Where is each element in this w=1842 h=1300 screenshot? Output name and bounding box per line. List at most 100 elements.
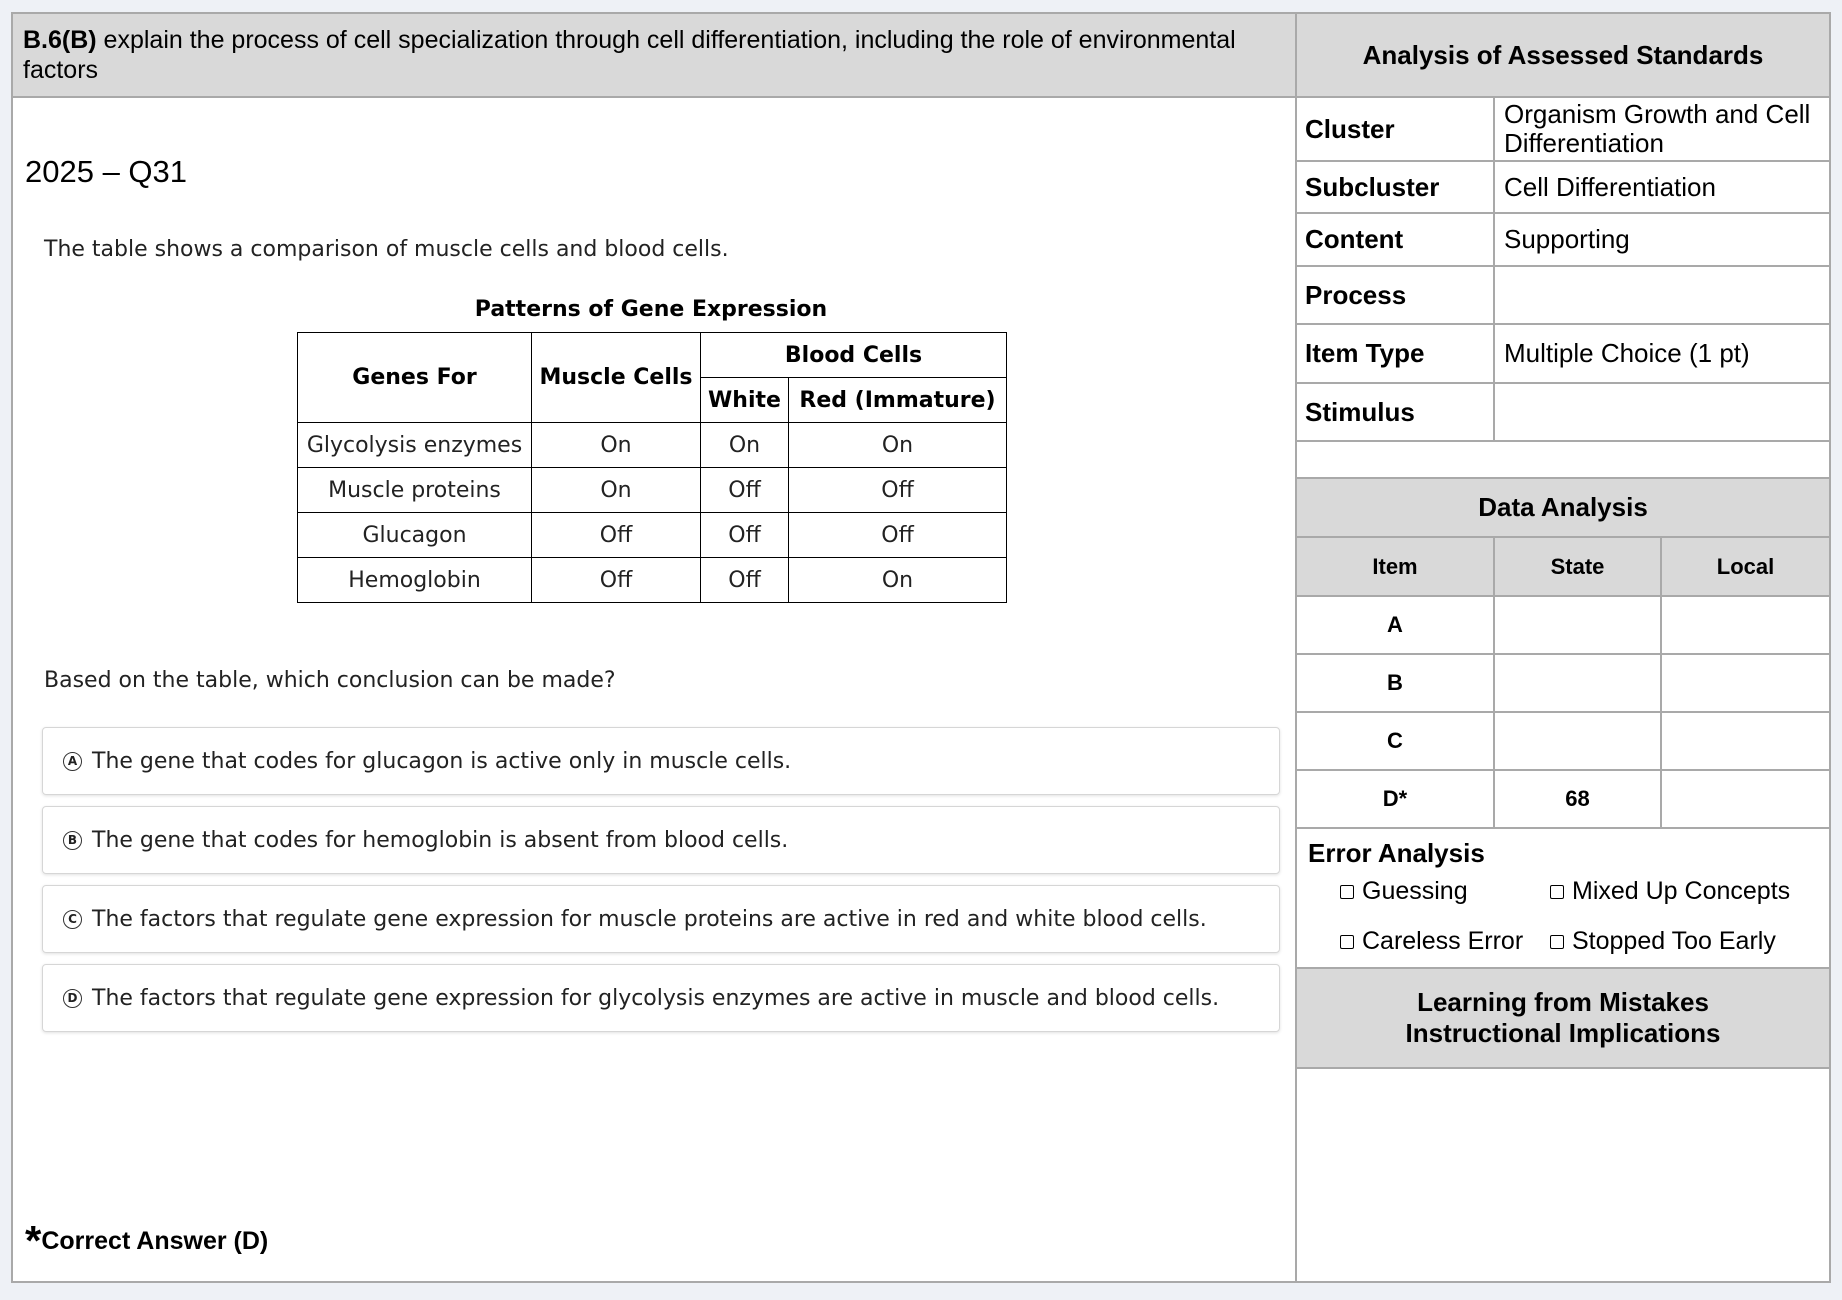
analysis-title: Analysis of Assessed Standards: [1297, 14, 1829, 98]
col-header-genes-for: Genes For: [297, 332, 532, 423]
white-cell: Off: [700, 467, 789, 513]
col-header-local: Local: [1716, 553, 1775, 579]
checkbox-careless-error[interactable]: Careless Error: [1340, 927, 1523, 956]
checkbox-icon: [1550, 934, 1564, 949]
checkbox-icon: [1340, 934, 1354, 949]
attr-value: Multiple Choice (1 pt): [1504, 338, 1750, 368]
error-analysis-title: Error Analysis: [1308, 838, 1485, 868]
checkbox-guessing[interactable]: Guessing: [1340, 877, 1468, 906]
choice-letter-b-icon: B: [63, 830, 82, 850]
gene-cell: Muscle proteins: [297, 467, 532, 513]
item-cell: A: [1297, 597, 1495, 653]
state-cell: [1495, 713, 1662, 769]
choice-b[interactable]: B The gene that codes for hemoglobin is …: [42, 806, 1280, 874]
checkbox-stopped-too-early[interactable]: Stopped Too Early: [1550, 927, 1776, 956]
red-cell: Off: [788, 512, 1007, 558]
col-header-state: State: [1495, 538, 1662, 595]
gene-expression-table: Genes For Muscle Cells Blood Cells White…: [297, 332, 1007, 603]
muscle-cell: Off: [531, 512, 701, 558]
learning-line-2: Instructional Implications: [1405, 1018, 1721, 1048]
learning-line-1: Learning from Mistakes: [1417, 987, 1709, 1017]
gene-cell: Hemoglobin: [297, 557, 532, 603]
attr-value: Organism Growth and Cell Differentiation: [1504, 99, 1811, 158]
attr-row-subcluster: Subcluster Cell Differentiation: [1297, 162, 1829, 214]
table-row: Hemoglobin Off Off On: [297, 557, 1007, 603]
item-cell: D*: [1297, 771, 1495, 827]
state-cell: [1495, 597, 1662, 653]
choice-letter-a-icon: A: [63, 751, 82, 771]
choice-text: The factors that regulate gene expressio…: [92, 985, 1220, 1011]
col-header-red: Red (Immature): [788, 377, 1007, 423]
checkbox-label: Careless Error: [1362, 927, 1524, 955]
checkbox-label: Guessing: [1362, 877, 1468, 905]
attr-key: Item Type: [1297, 325, 1495, 382]
white-cell: Off: [700, 557, 789, 603]
attr-row-process: Process: [1297, 267, 1829, 325]
gene-cell: Glycolysis enzymes: [297, 422, 532, 468]
section-spacer: [1297, 442, 1829, 479]
table-row: C: [1297, 713, 1829, 771]
col-header-muscle-cells: Muscle Cells: [531, 332, 701, 423]
checkbox-icon: [1340, 884, 1354, 899]
attr-value: Supporting: [1504, 224, 1630, 254]
muscle-cell: On: [531, 422, 701, 468]
item-cell: C: [1297, 713, 1495, 769]
gene-cell: Glucagon: [297, 512, 532, 558]
col-header-blood-cells: Blood Cells: [700, 332, 1007, 378]
data-analysis-header-row: Item State Local: [1297, 538, 1829, 597]
standard-text: explain the process of cell specializati…: [23, 26, 1236, 84]
attr-value: Cell Differentiation: [1504, 171, 1716, 202]
attr-row-stimulus: Stimulus: [1297, 384, 1829, 442]
state-cell: [1495, 655, 1662, 711]
attr-key: Stimulus: [1297, 384, 1495, 440]
local-cell: [1662, 771, 1829, 827]
attr-key: Cluster: [1297, 98, 1495, 160]
white-cell: Off: [700, 512, 789, 558]
red-cell: On: [788, 557, 1007, 603]
attr-key: Subcluster: [1297, 162, 1495, 212]
table-row: D* 68: [1297, 771, 1829, 829]
white-cell: On: [700, 422, 789, 468]
col-header-item: Item: [1297, 538, 1495, 595]
local-cell: [1662, 713, 1829, 769]
checkbox-icon: [1550, 884, 1564, 899]
checkbox-mixed-up-concepts[interactable]: Mixed Up Concepts: [1550, 877, 1790, 906]
table-row: Muscle proteins On Off Off: [297, 467, 1007, 513]
analysis-panel: Analysis of Assessed Standards Cluster O…: [1297, 14, 1829, 1281]
data-analysis-title: Data Analysis: [1297, 479, 1829, 538]
attr-row-content: Content Supporting: [1297, 214, 1829, 267]
checkbox-label: Stopped Too Early: [1572, 927, 1776, 955]
choice-text: The gene that codes for glucagon is acti…: [92, 748, 792, 774]
attr-key: Process: [1297, 267, 1495, 323]
table-row: B: [1297, 655, 1829, 713]
choice-letter-d-icon: D: [63, 988, 82, 1008]
muscle-cell: Off: [531, 557, 701, 603]
col-header-white: White: [700, 377, 789, 423]
choice-text: The gene that codes for hemoglobin is ab…: [92, 827, 789, 853]
choice-d[interactable]: D The factors that regulate gene express…: [42, 964, 1280, 1032]
document-frame: B.6(B) explain the process of cell speci…: [11, 12, 1831, 1283]
table-row: A: [1297, 597, 1829, 655]
muscle-cell: On: [531, 467, 701, 513]
attr-row-item-type: Item Type Multiple Choice (1 pt): [1297, 325, 1829, 384]
learning-from-mistakes-header: Learning from Mistakes Instructional Imp…: [1297, 969, 1829, 1069]
question-id: 2025 – Q31: [25, 154, 188, 189]
question-prompt: Based on the table, which conclusion can…: [44, 668, 616, 693]
question-panel: B.6(B) explain the process of cell speci…: [13, 14, 1297, 1281]
asterisk: *: [25, 1217, 42, 1264]
choice-c[interactable]: C The factors that regulate gene express…: [42, 885, 1280, 953]
red-cell: Off: [788, 467, 1007, 513]
checkbox-label: Mixed Up Concepts: [1572, 877, 1791, 905]
correct-answer-text: Correct Answer (D): [41, 1227, 269, 1255]
attr-value: [1495, 384, 1829, 440]
choice-letter-c-icon: C: [63, 909, 82, 929]
local-cell: [1662, 597, 1829, 653]
correct-answer: *Correct Answer (D): [25, 1217, 268, 1265]
state-cell: 68: [1495, 771, 1662, 827]
attr-value: [1495, 267, 1829, 323]
standard-header: B.6(B) explain the process of cell speci…: [13, 14, 1295, 98]
standard-code: B.6(B): [23, 26, 97, 54]
choice-a[interactable]: A The gene that codes for glucagon is ac…: [42, 727, 1280, 795]
table-row: Glucagon Off Off Off: [297, 512, 1007, 558]
choice-text: The factors that regulate gene expressio…: [92, 906, 1207, 932]
